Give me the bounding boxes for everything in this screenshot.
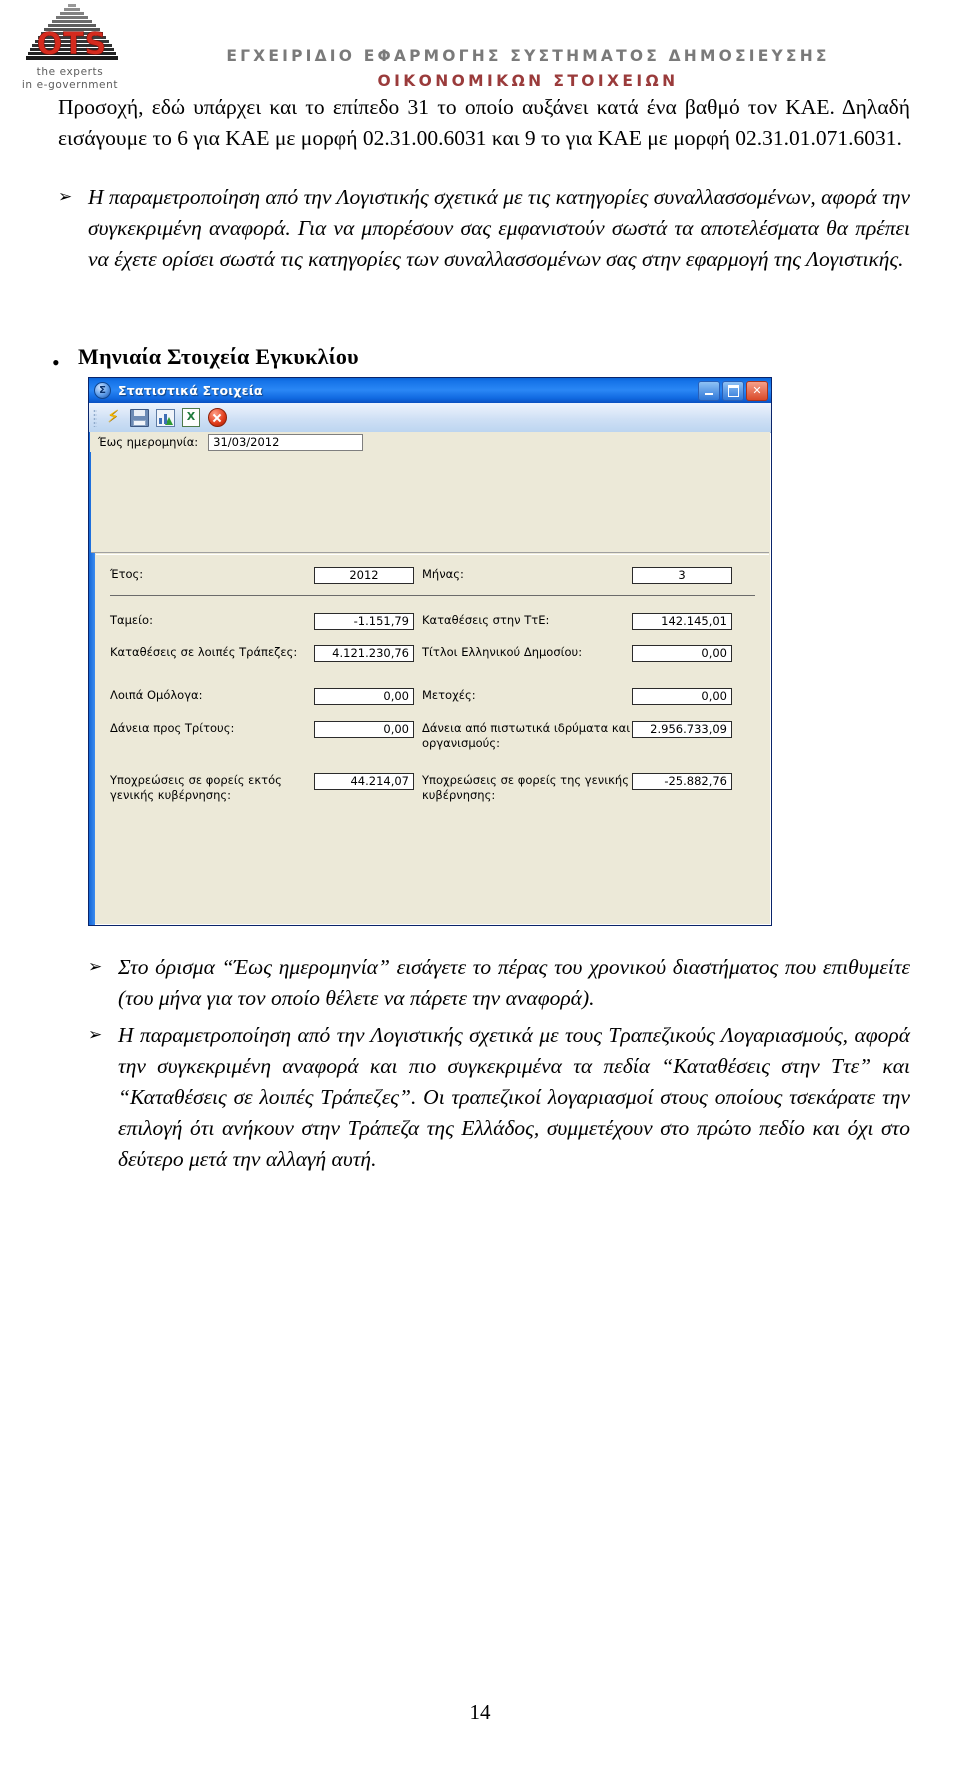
field-label-left: Καταθέσεις σε λοιπές Τράπεζες: [110, 645, 298, 659]
field-label-right: Μετοχές: [422, 688, 476, 702]
field-value-left[interactable]: 44.214,07 [314, 773, 414, 790]
maximize-button[interactable] [722, 380, 744, 401]
execute-button[interactable]: ⚡ [101, 406, 125, 429]
document-title: ΕΓΧΕΙΡΙΔΙΟ ΕΦΑΡΜΟΓΗΣ ΣΥΣΤΗΜΑΤΟΣ ΔΗΜΟΣΙΕΥ… [128, 44, 928, 94]
arrow-bullet-icon: ➢ [88, 957, 103, 977]
field-value-right[interactable]: -25.882,76 [632, 773, 732, 790]
table-row: Λοιπά Ομόλογα: 0,00 Μετοχές: 0,00 [96, 688, 769, 705]
arrow-up-icon [164, 416, 173, 425]
date-filter-input[interactable]: 31/03/2012 [208, 433, 364, 451]
field-label-left: Υποχρεώσεις σε φορείς εκτός γενικής κυβέ… [110, 773, 282, 802]
section-heading: Μηνιαία Στοιχεία Εγκυκλίου [78, 344, 359, 369]
minimize-icon [705, 392, 713, 395]
arrow-bullet-icon: ➢ [58, 187, 73, 207]
field-label-right: Τίτλοι Ελληνικού Δημοσίου: [422, 645, 583, 659]
field-label-right: Καταθέσεις στην ΤτΕ: [422, 613, 550, 627]
execute-icon: ⚡ [107, 407, 119, 427]
close-report-button[interactable] [205, 406, 229, 429]
section-divider [110, 595, 755, 596]
page-number: 14 [469, 1700, 491, 1724]
year-value[interactable]: 2012 [314, 567, 414, 584]
field-value-right[interactable]: 142.145,01 [632, 613, 732, 630]
pyramid-icon: OTS [26, 4, 118, 66]
window-toolbar[interactable]: ⚡ [89, 403, 771, 433]
export-excel-button[interactable] [179, 406, 203, 429]
export-excel-icon [182, 408, 200, 427]
field-value-right[interactable]: 0,00 [632, 645, 732, 662]
document-title-line1: ΕΓΧΕΙΡΙΔΙΟ ΕΦΑΡΜΟΓΗΣ ΣΥΣΤΗΜΑΤΟΣ ΔΗΜΟΣΙΕΥ… [226, 47, 830, 65]
filter-bar: Έως ημερομηνία: 31/03/2012 [90, 432, 770, 452]
ots-logo: OTS the experts in e-government [14, 4, 126, 96]
field-label-left: Δάνεια προς Τρίτους: [110, 721, 235, 735]
field-value-left[interactable]: 0,00 [314, 721, 414, 738]
export-chart-icon [155, 408, 175, 427]
logo-wordmark: OTS [36, 27, 108, 62]
window-buttons: ✕ [698, 380, 771, 401]
table-row: Καταθέσεις σε λοιπές Τράπεζες: 4.121.230… [96, 645, 769, 662]
intro-paragraph: Προσοχή, εδώ υπάρχει και το επίπεδο 31 τ… [58, 95, 910, 150]
field-value-left[interactable]: 4.121.230,76 [314, 645, 414, 662]
statistics-window[interactable]: Σ Στατιστικά Στοιχεία ✕ ⚡ Έως ημερομηνία… [88, 377, 772, 926]
month-label: Μήνας: [422, 567, 464, 581]
field-value-left[interactable]: -1.151,79 [314, 613, 414, 630]
field-label-right: Δάνεια από πιστωτικά ιδρύματα και οργανι… [422, 721, 631, 750]
footer-paragraph-1: Στο όρισμα “Έως ημερομηνία” εισάγετε το … [118, 955, 910, 1010]
sigma-icon: Σ [94, 382, 111, 399]
field-value-right[interactable]: 0,00 [632, 688, 732, 705]
field-value-left[interactable]: 0,00 [314, 688, 414, 705]
document-title-line2: ΟΙΚΟΝΟΜΙΚΩΝ ΣΤΟΙΧΕΙΩΝ [377, 72, 679, 90]
document-page: OTS the experts in e-government ΕΓΧΕΙΡΙΔ… [0, 0, 960, 1774]
field-label-left: Λοιπά Ομόλογα: [110, 688, 203, 702]
close-circle-icon [207, 408, 227, 427]
table-row: Δάνεια προς Τρίτους: 0,00 Δάνεια από πισ… [96, 721, 769, 751]
save-icon [129, 408, 149, 427]
maximize-icon [727, 384, 739, 397]
table-row: Ταμείο: -1.151,79 Καταθέσεις στην ΤτΕ: 1… [96, 613, 769, 630]
toolbar-grip[interactable] [93, 408, 97, 427]
window-title: Στατιστικά Στοιχεία [118, 383, 263, 398]
logo-tagline-line1: the experts [36, 66, 104, 78]
logo-tagline-line2: in e-government [21, 79, 119, 91]
year-label: Έτος: [110, 567, 144, 581]
save-button[interactable] [127, 406, 151, 429]
field-label-right: Υποχρεώσεις σε φορείς της γενικής κυβέρν… [422, 773, 629, 802]
close-icon: ✕ [752, 384, 762, 397]
date-filter-label: Έως ημερομηνία: [98, 435, 199, 449]
empty-results-panel [91, 452, 769, 553]
field-label-left: Ταμείο: [110, 613, 153, 627]
arrow-paragraph-1: Η παραμετροποίηση από την Λογιστικής σχε… [88, 185, 910, 271]
section-bullet-icon: • [52, 350, 60, 375]
statistics-form: Έτος: 2012 Μήνας: 3 Ταμείο: -1.151,79 Κα… [96, 554, 769, 923]
field-value-right[interactable]: 2.956.733,09 [632, 721, 732, 738]
export-chart-button[interactable] [153, 406, 177, 429]
document-header: OTS the experts in e-government ΕΓΧΕΙΡΙΔ… [0, 0, 960, 96]
footer-paragraph-2: Η παραμετροποίηση από την Λογιστικής σχε… [118, 1023, 910, 1171]
minimize-button[interactable] [698, 380, 720, 401]
month-value[interactable]: 3 [632, 567, 732, 584]
arrow-bullet-icon: ➢ [88, 1025, 103, 1045]
close-button[interactable]: ✕ [746, 380, 768, 401]
table-row: Υποχρεώσεις σε φορείς εκτός γενικής κυβέ… [96, 773, 769, 803]
period-row: Έτος: 2012 Μήνας: 3 [96, 567, 769, 584]
window-titlebar[interactable]: Σ Στατιστικά Στοιχεία ✕ [89, 378, 771, 404]
